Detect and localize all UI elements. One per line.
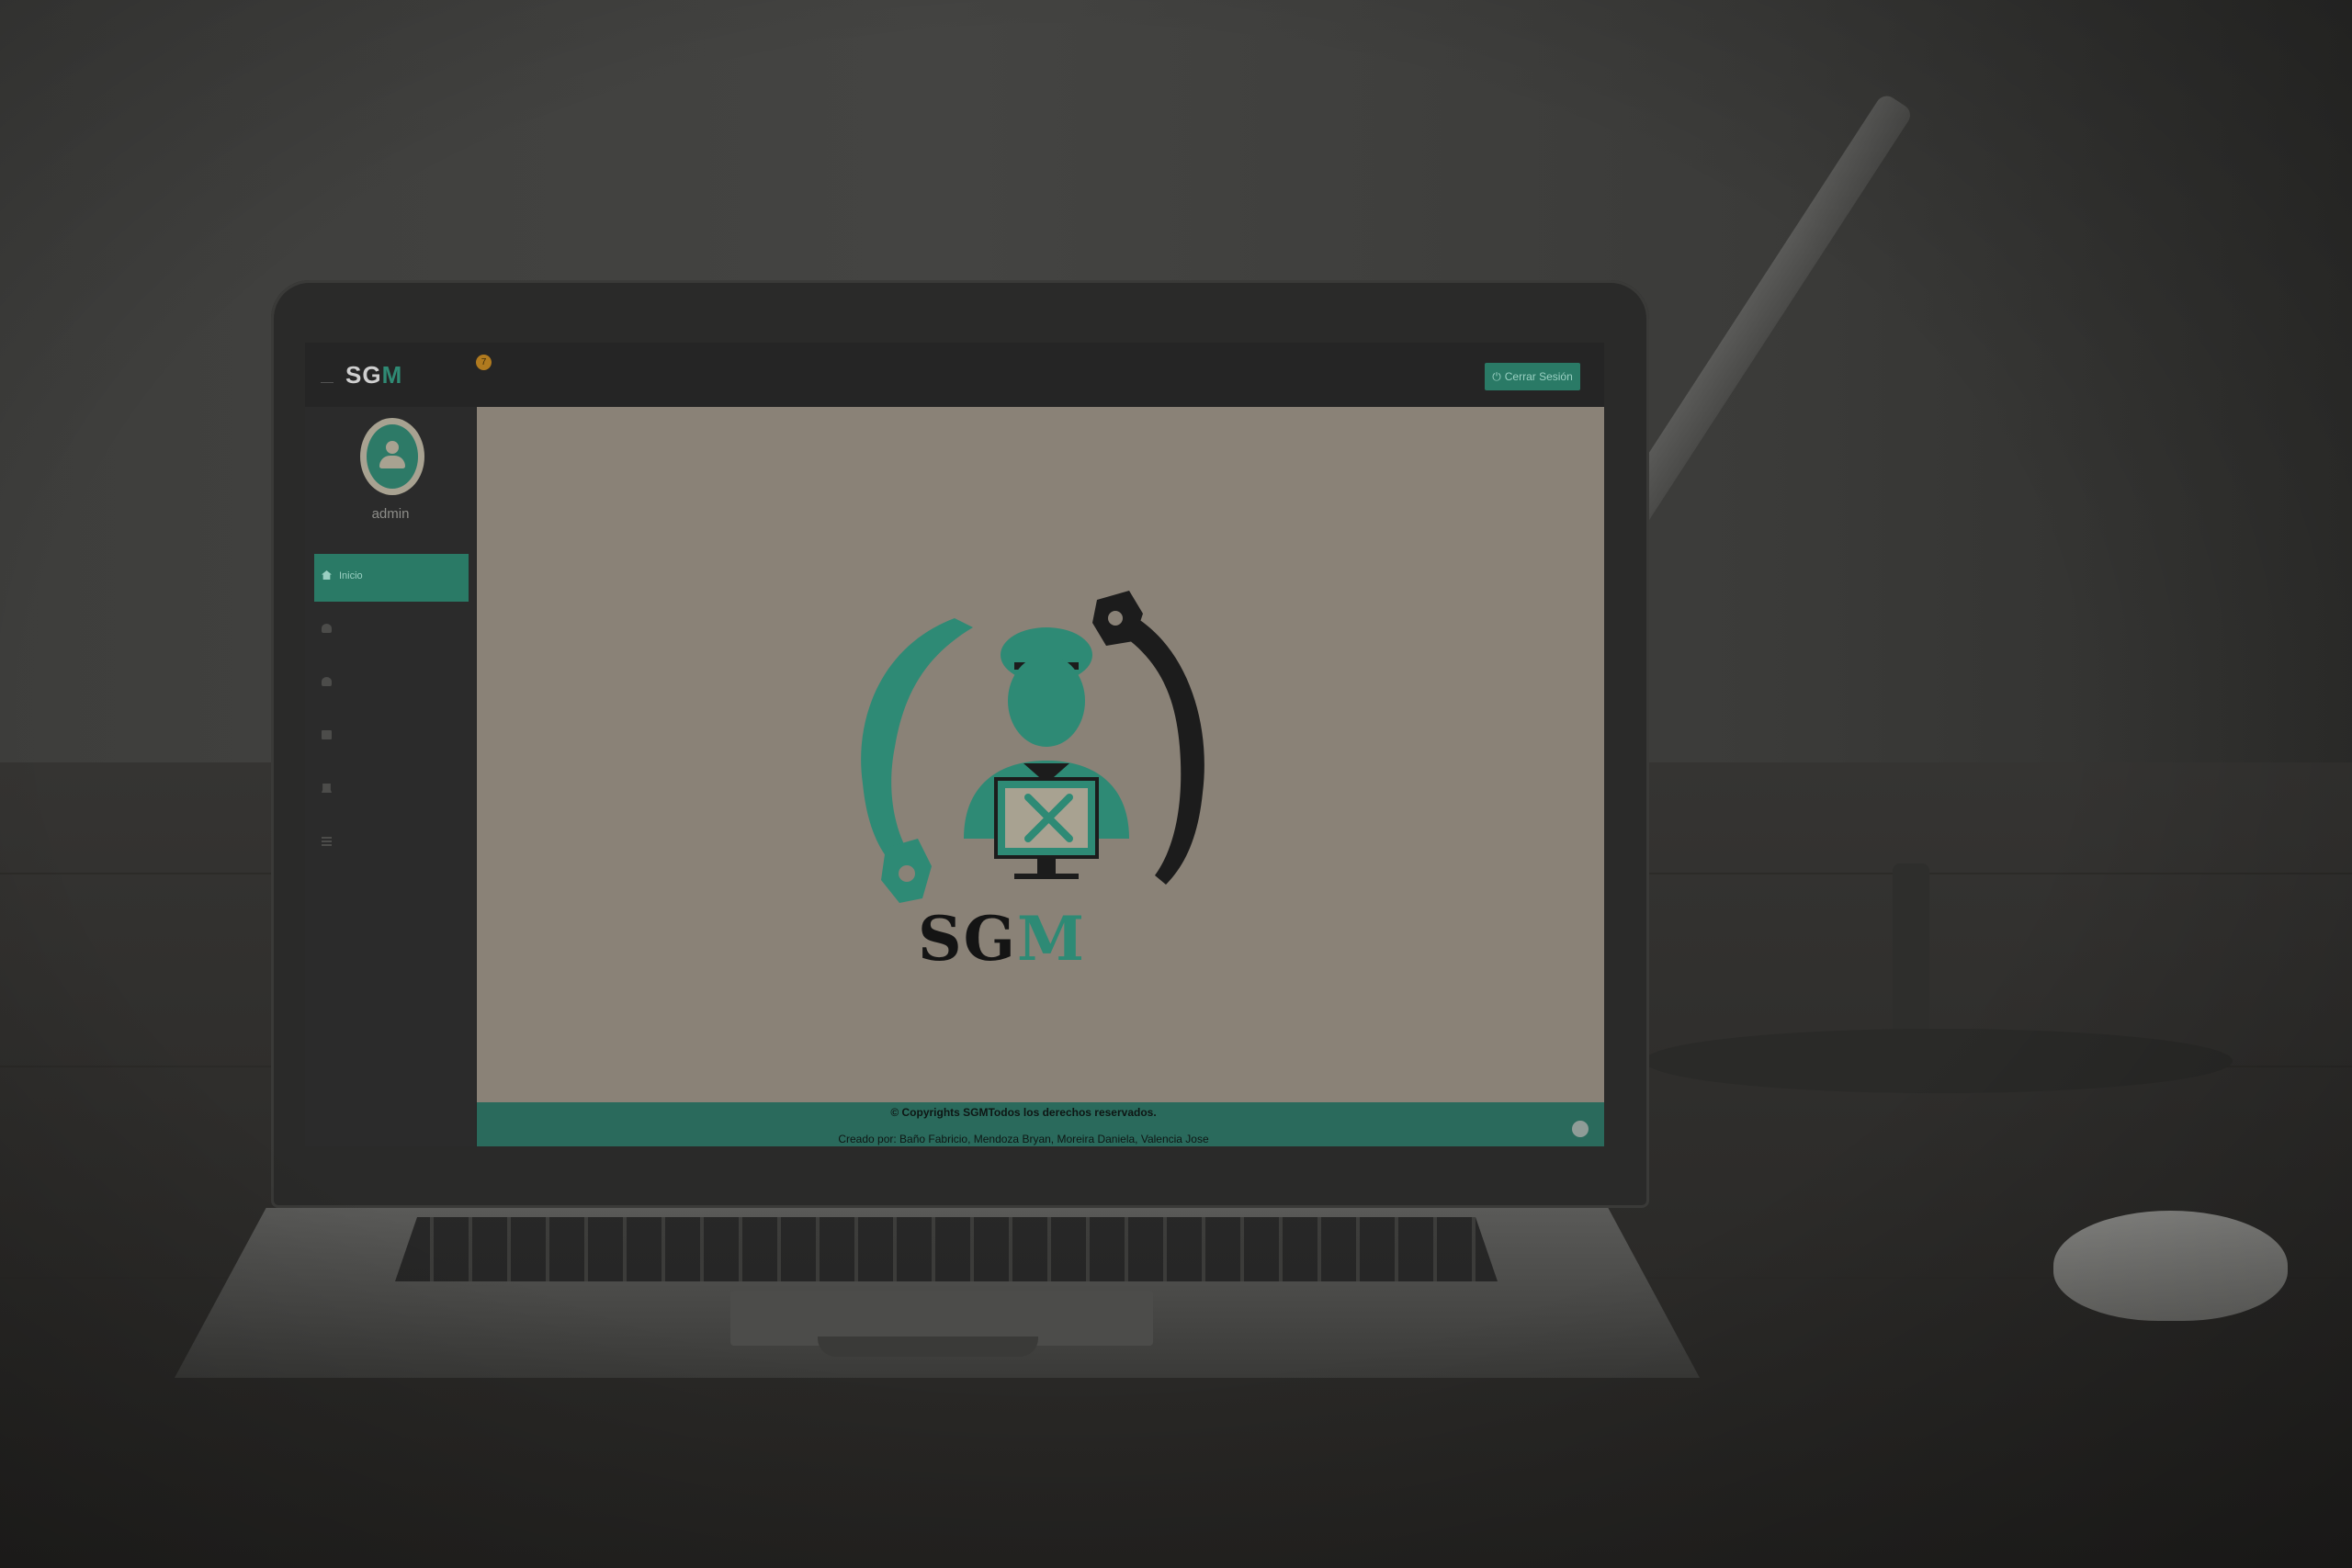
teal-wrench-hole (899, 865, 915, 882)
laptop-keyboard (395, 1217, 1498, 1281)
footer: © Copyrights SGMTodos los derechos reser… (477, 1102, 1604, 1146)
notification-badge[interactable]: 7 (476, 355, 492, 370)
logo-text-sg: SG (918, 903, 1018, 975)
sidebar-item-2[interactable] (314, 607, 469, 655)
computer-mouse (2053, 1211, 2288, 1321)
sidebar-menu: Inicio (314, 554, 469, 874)
sidebar-item-6[interactable] (314, 820, 469, 868)
user-icon (367, 424, 418, 489)
power-icon: ⏻ (1492, 370, 1501, 383)
black-wrench-icon (1111, 609, 1204, 885)
trash-icon (322, 730, 332, 739)
laptop-screen: — SGM 7 ⏻ Cerrar Sesión admin Inicio SGM… (305, 343, 1604, 1146)
laptop-notch (818, 1337, 1038, 1357)
sidebar-item-5[interactable] (314, 767, 469, 815)
users-icon (322, 677, 332, 686)
sidebar-item-4[interactable] (314, 714, 469, 761)
sidebar-item-inicio[interactable]: Inicio (314, 554, 469, 602)
technician-head (1008, 655, 1085, 747)
avatar (360, 418, 424, 495)
main-content: SGM (477, 407, 1604, 1102)
footer-credits: Creado por: Baño Fabricio, Mendoza Bryan… (838, 1133, 1209, 1145)
username-label: admin (371, 506, 410, 522)
top-navbar: — SGM 7 ⏻ Cerrar Sesión (305, 343, 1604, 407)
footer-copyright: © Copyrights SGMTodos los derechos reser… (890, 1106, 1157, 1119)
brand-logo[interactable]: SGM (345, 361, 402, 389)
list-icon (322, 837, 332, 846)
logo-text-m: M (1017, 903, 1087, 975)
sidebar-item-label: Inicio (339, 570, 363, 581)
scroll-top-button[interactable] (1572, 1121, 1589, 1137)
menu-toggle-icon[interactable]: — (321, 374, 334, 389)
logout-button[interactable]: ⏻ Cerrar Sesión (1485, 363, 1580, 390)
sidebar-item-3[interactable] (314, 660, 469, 708)
sidebar: admin Inicio (305, 407, 476, 1146)
user-icon-body (379, 456, 405, 468)
brand-text-m: M (381, 361, 403, 389)
laptop-icon (322, 784, 332, 793)
logo-text: SGM (918, 903, 1086, 975)
logout-label: Cerrar Sesión (1504, 370, 1573, 383)
user-icon-head (386, 441, 399, 454)
users-icon (322, 624, 332, 633)
home-icon (322, 570, 332, 580)
laptop-stand (1037, 857, 1056, 875)
brand-text-sg: SG (345, 361, 382, 389)
technician-logo (861, 591, 1204, 903)
black-wrench-hole (1108, 611, 1123, 626)
lamp-base (1645, 1029, 2233, 1093)
laptop-base-icon (1014, 874, 1079, 879)
teal-wrench-icon (861, 618, 973, 875)
